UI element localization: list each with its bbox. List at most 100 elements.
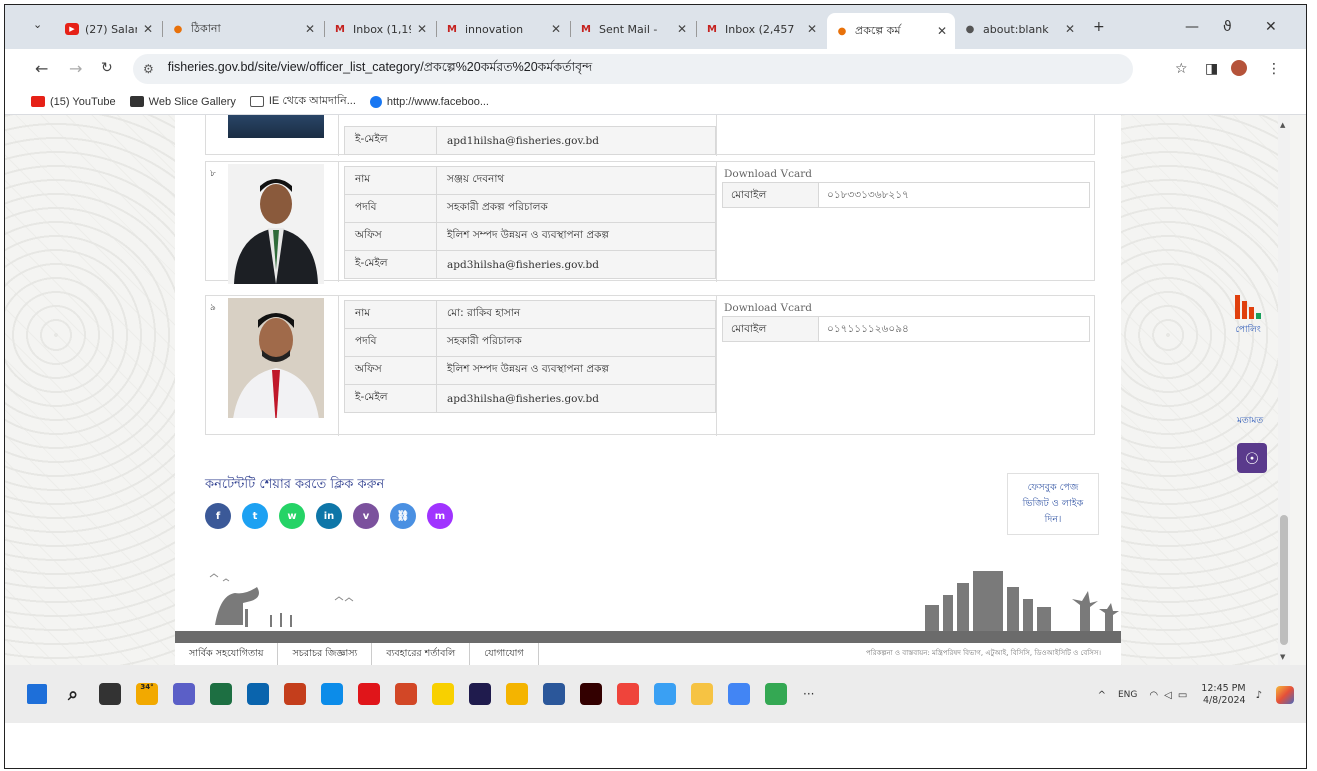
restore-button[interactable]: ϑ [1223,19,1232,35]
tab-close-icon[interactable]: ✕ [417,22,427,36]
facebook-icon[interactable]: f [205,503,231,529]
mail-icon[interactable] [247,683,269,705]
illustrator-icon[interactable] [580,683,602,705]
premiere-icon[interactable] [469,683,491,705]
bookmark-item[interactable]: http://www.faceboo... [369,95,489,108]
menu-kebab-icon[interactable]: ⋮ [1267,61,1281,77]
browser-tab[interactable]: ▶ (27) Salam F ✕ [57,14,161,44]
file-icon[interactable] [506,683,528,705]
footer-link[interactable]: ব্যবহারের শর্তাবলি [372,643,471,665]
field-value[interactable]: apd3hilsha@fisheries.gov.bd [436,384,716,413]
whatsapp-icon[interactable]: w [279,503,305,529]
twitter-icon[interactable]: t [242,503,268,529]
accessibility-icon[interactable]: ☉ [1237,443,1267,473]
browser-tab[interactable]: ● প্রকল্পে কর্ম ✕ [827,13,955,49]
explorer-icon[interactable] [691,683,713,705]
copilot-icon[interactable] [1276,686,1294,704]
address-bar[interactable]: ⚙ fisheries.gov.bd/site/view/officer_lis… [133,54,1133,84]
close-window-button[interactable]: ✕ [1265,19,1277,35]
wifi-icon[interactable]: ◠ [1149,690,1158,701]
facebook-page-box[interactable]: ফেসবুক পেজ ভিজিট ও লাইক দিন। [1007,473,1099,535]
messenger-icon[interactable]: m [427,503,453,529]
bookmark-label: IE থেকে আমদানি... [268,95,356,107]
browser-tab[interactable]: M Inbox (2,457 ✕ [697,14,825,44]
field-label: নাম [344,166,437,195]
opera-icon[interactable] [358,683,380,705]
footer-link[interactable]: সচরাচর জিজ্ঞাস্য [278,643,373,665]
excel-icon[interactable] [210,683,232,705]
photo-icon[interactable] [284,683,306,705]
email-value[interactable]: apd1hilsha@fisheries.gov.bd [436,126,716,155]
notification-bell-icon[interactable]: ♪ [1256,690,1262,701]
browser-tab[interactable]: M Sent Mail - ✕ [571,14,695,44]
tray-chevron-icon[interactable]: ^ [1098,690,1106,701]
tab-close-icon[interactable]: ✕ [937,24,947,38]
bookmark-item[interactable]: IE থেকে আমদানি... [249,92,356,111]
back-button[interactable]: ← [35,59,48,78]
youtube-icon [31,96,45,107]
field-label: অফিস [344,356,437,385]
minimize-button[interactable]: — [1185,19,1199,35]
sticky-notes-icon[interactable] [432,683,454,705]
tab-close-icon[interactable]: ✕ [1065,22,1075,36]
teams-icon[interactable] [173,683,195,705]
snip-icon[interactable] [654,683,676,705]
scroll-up-icon[interactable]: ▲ [1280,121,1285,129]
officer-serial: ৯ [210,303,216,313]
browser-tab[interactable]: ● ঠিকানা ✕ [163,14,323,44]
page-scrollbar[interactable]: ▲ ▼ [1278,115,1290,665]
tab-label: Inbox (2,457 [725,22,795,36]
tab-search-icon[interactable]: ⌄ [33,18,42,31]
officer-info-table: নাম সঞ্জয় দেবনাথ পদবি সহকারী প্রকল্প পরিচা… [344,166,716,279]
reload-button[interactable]: ↻ [101,60,113,76]
weather-icon[interactable]: 34° [136,683,158,705]
feedback-link[interactable]: মতামত [1237,413,1263,428]
scroll-thumb[interactable] [1280,515,1288,645]
footer-link[interactable]: যোগাযোগ [470,643,539,665]
taskbar-more-icon[interactable]: ··· [803,687,814,701]
bookmark-item[interactable]: (15) YouTube [31,96,116,108]
task-view-icon[interactable] [99,683,121,705]
copy-link-icon[interactable]: ⛓ [390,503,416,529]
edge-icon[interactable] [321,683,343,705]
search-icon[interactable]: ⌕ [62,683,84,705]
download-vcard-link[interactable]: Download Vcard [724,302,1090,314]
linkedin-icon[interactable]: in [316,503,342,529]
tab-close-icon[interactable]: ✕ [677,22,687,36]
tab-close-icon[interactable]: ✕ [551,22,561,36]
new-tab-button[interactable]: + [1093,19,1105,35]
bookmark-star-icon[interactable]: ☆ [1175,61,1188,77]
volume-icon[interactable]: ◁ [1164,690,1172,701]
viber-icon[interactable]: v [353,503,379,529]
word-icon[interactable] [543,683,565,705]
tab-close-icon[interactable]: ✕ [807,22,817,36]
clock[interactable]: 12:45 PM 4/8/2024 [1201,683,1245,707]
language-indicator[interactable]: ENG [1118,690,1137,700]
poll-widget[interactable]: পোলিং [1233,293,1263,337]
bookmark-item[interactable]: Web Slice Gallery [129,95,236,108]
profile-avatar[interactable] [1231,60,1247,76]
site-favicon-icon: ● [173,23,183,35]
forward-button[interactable]: → [69,59,82,78]
powerpoint-icon[interactable] [395,683,417,705]
windows-start-icon[interactable] [27,684,47,704]
site-info-icon[interactable]: ⚙ [143,62,154,76]
browser-tab[interactable]: Minnovation ✕ [437,14,569,44]
tab-close-icon[interactable]: ✕ [143,22,153,36]
download-vcard-link[interactable]: Download Vcard [724,168,1090,180]
battery-icon[interactable]: ▭ [1178,690,1187,701]
anydesk-icon[interactable] [617,683,639,705]
bookmark-label: Web Slice Gallery [148,95,236,108]
browser-tab[interactable]: ● about:blank ✕ [955,14,1083,44]
footer-bar [175,631,1121,643]
tab-close-icon[interactable]: ✕ [305,22,315,36]
scroll-down-icon[interactable]: ▼ [1280,653,1285,661]
side-panel-icon[interactable]: ◨ [1205,61,1218,77]
gmail-icon: M [707,23,717,35]
tab-label: Sent Mail - [599,22,658,36]
field-value[interactable]: apd3hilsha@fisheries.gov.bd [436,250,716,279]
chrome-icon[interactable] [728,683,750,705]
footer-link[interactable]: সার্বিক সহযোগিতায় [175,643,279,665]
chrome-profile-icon[interactable] [765,683,787,705]
browser-tab[interactable]: M Inbox (1,199 ✕ [325,14,435,44]
